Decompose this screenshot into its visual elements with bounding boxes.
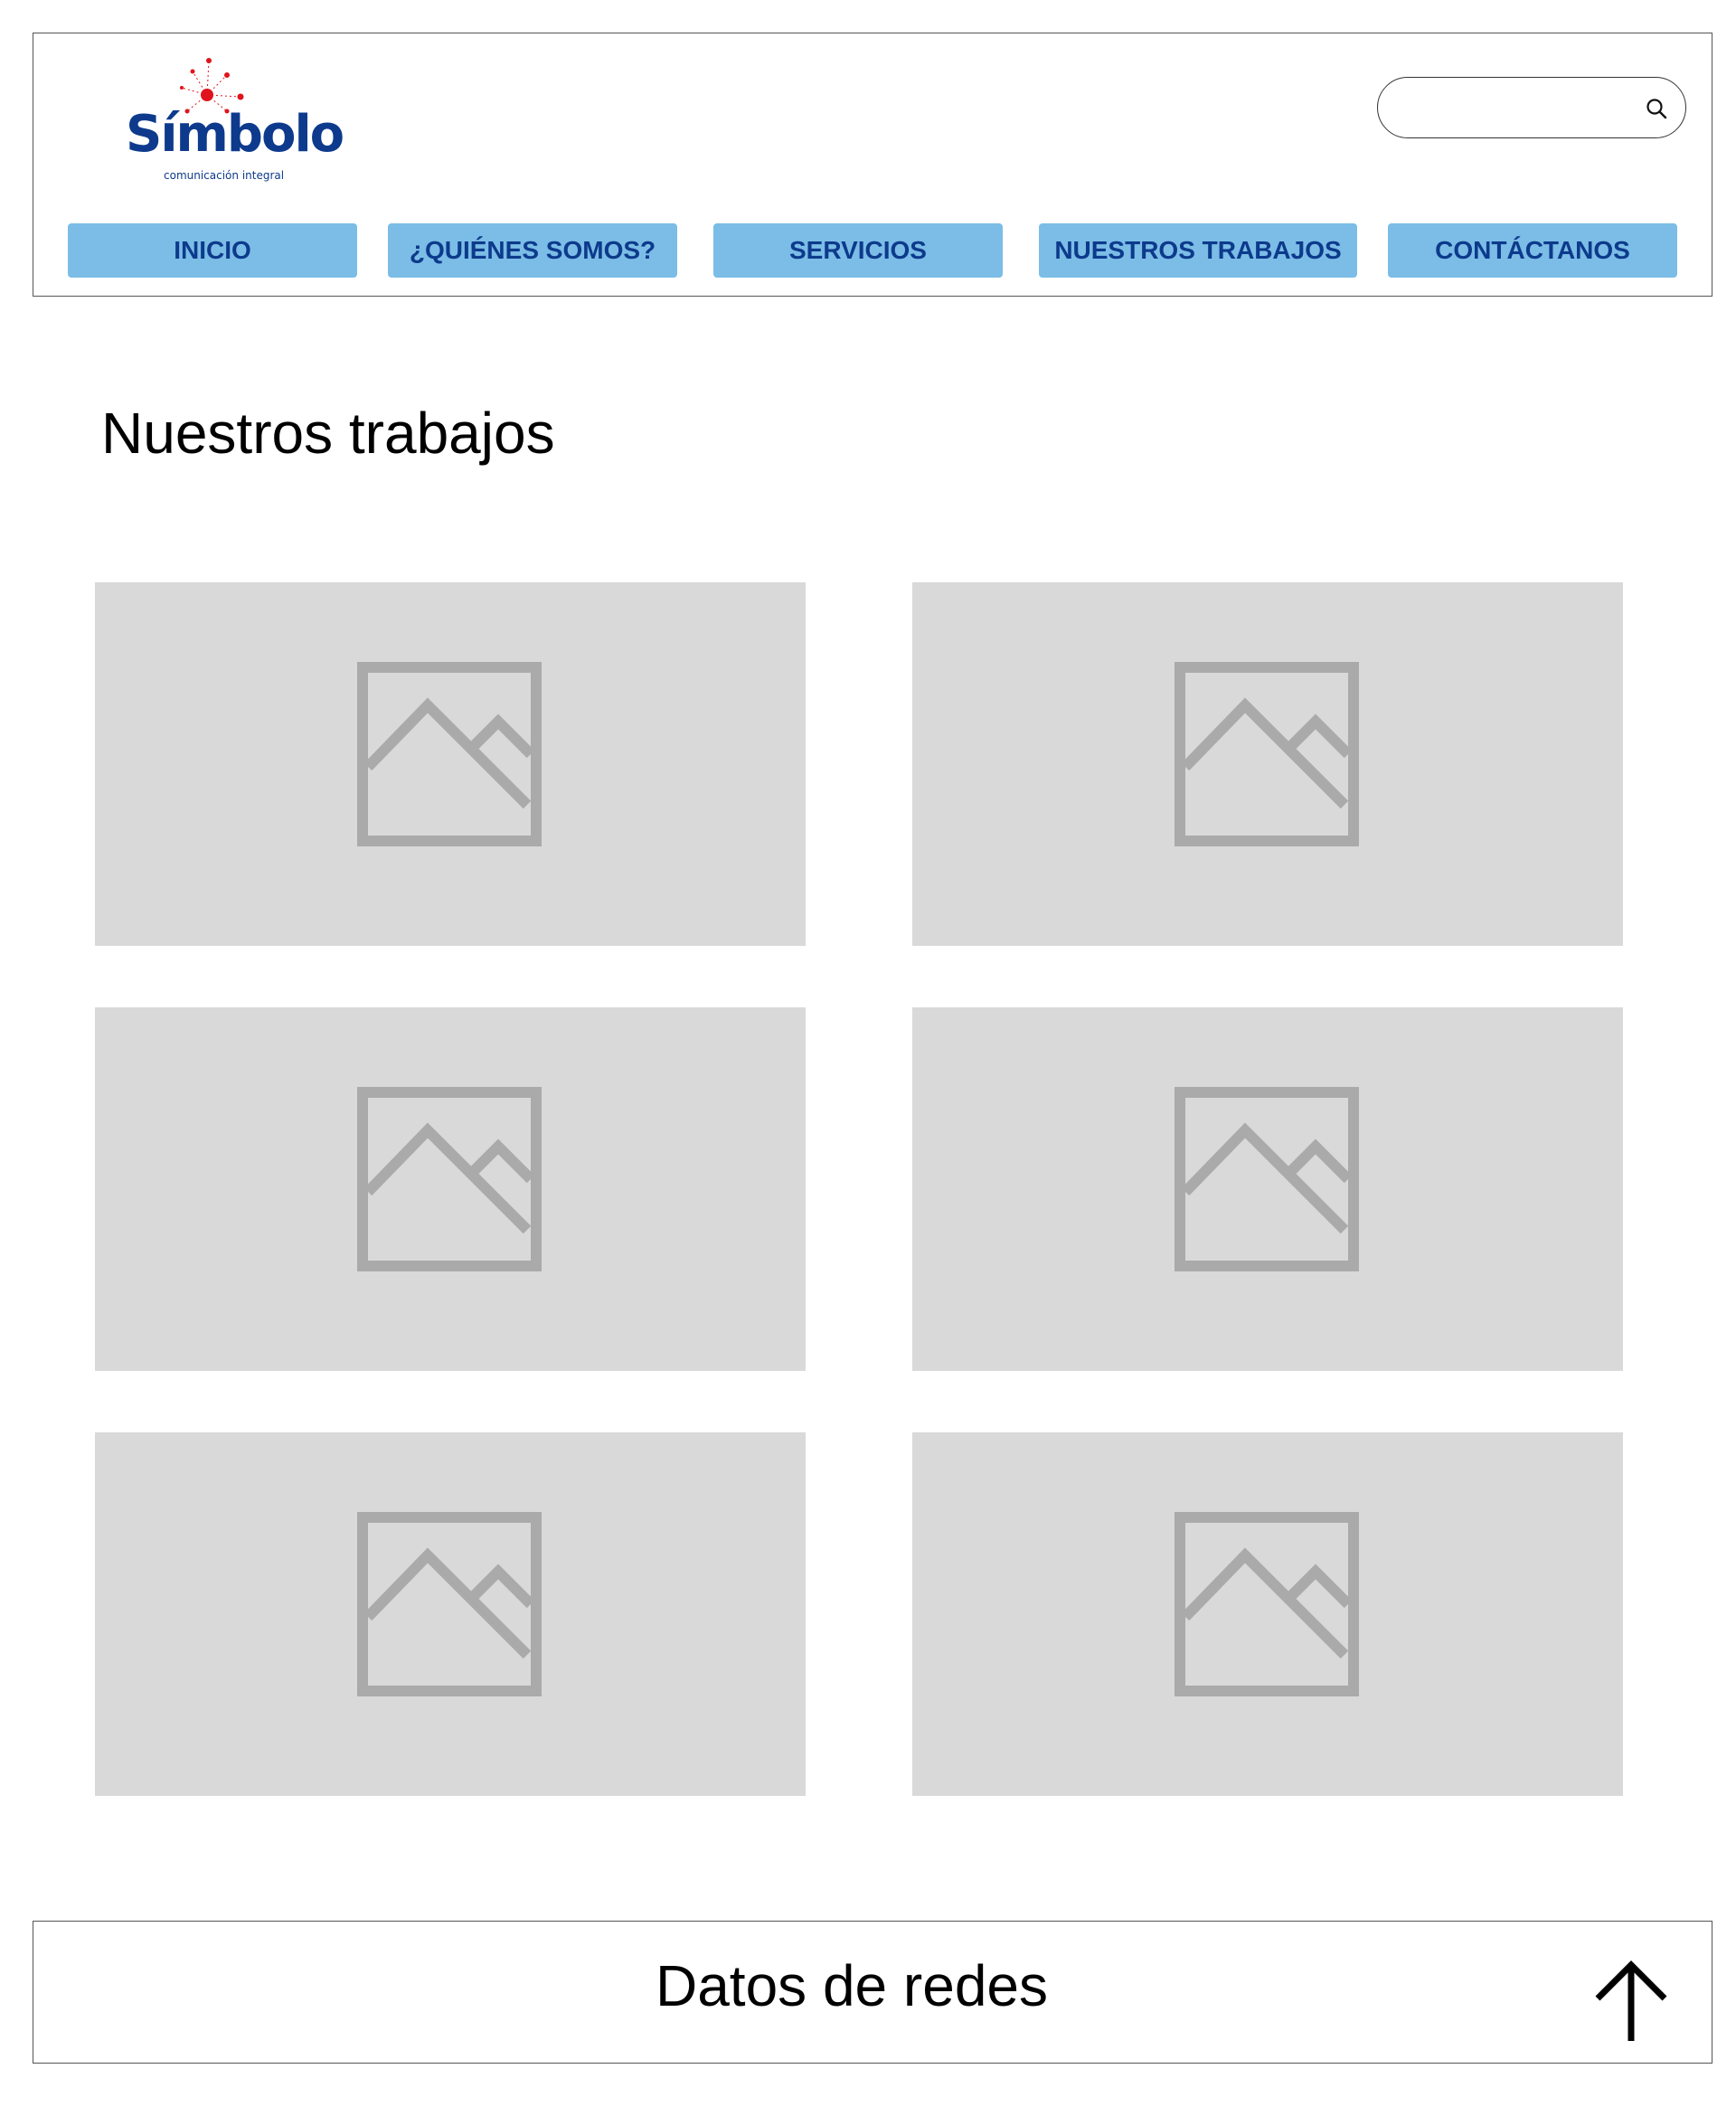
footer-social-info: Datos de redes: [655, 1953, 1049, 2018]
nav-item-nuestros-trabajos[interactable]: NUESTROS TRABAJOS: [1039, 223, 1357, 278]
image-placeholder-icon: [357, 1087, 542, 1271]
page-title: Nuestros trabajos: [101, 401, 555, 466]
gallery-item-1[interactable]: [95, 582, 806, 946]
site-footer: Datos de redes: [33, 1921, 1712, 2064]
search-box[interactable]: [1377, 77, 1686, 138]
main-navigation: INICIO ¿QUIÉNES SOMOS? SERVICIOS NUESTRO…: [68, 223, 1677, 278]
search-icon[interactable]: [1644, 96, 1669, 121]
site-header: Símbolo comunicación integral INICIO ¿QU…: [33, 33, 1712, 297]
gallery-item-4[interactable]: [912, 1007, 1623, 1371]
nav-item-inicio[interactable]: INICIO: [68, 223, 357, 278]
gallery-item-6[interactable]: [912, 1432, 1623, 1796]
arrow-up-icon[interactable]: [1592, 1958, 1670, 2045]
brand-logo[interactable]: Símbolo comunicación integral: [91, 52, 344, 205]
gallery-item-5[interactable]: [95, 1432, 806, 1796]
image-placeholder-icon: [1175, 662, 1359, 846]
image-placeholder-icon: [1175, 1512, 1359, 1696]
works-gallery: [95, 582, 1623, 1798]
gallery-item-2[interactable]: [912, 582, 1623, 946]
logo-tagline: comunicación integral: [164, 169, 285, 182]
nav-item-contactanos[interactable]: CONTÁCTANOS: [1388, 223, 1677, 278]
nav-item-servicios[interactable]: SERVICIOS: [713, 223, 1003, 278]
image-placeholder-icon: [357, 662, 542, 846]
image-placeholder-icon: [357, 1512, 542, 1696]
search-input[interactable]: [1398, 89, 1637, 127]
nav-item-quienes-somos[interactable]: ¿QUIÉNES SOMOS?: [388, 223, 677, 278]
logo-wordmark: Símbolo: [126, 105, 344, 164]
gallery-item-3[interactable]: [95, 1007, 806, 1371]
image-placeholder-icon: [1175, 1087, 1359, 1271]
